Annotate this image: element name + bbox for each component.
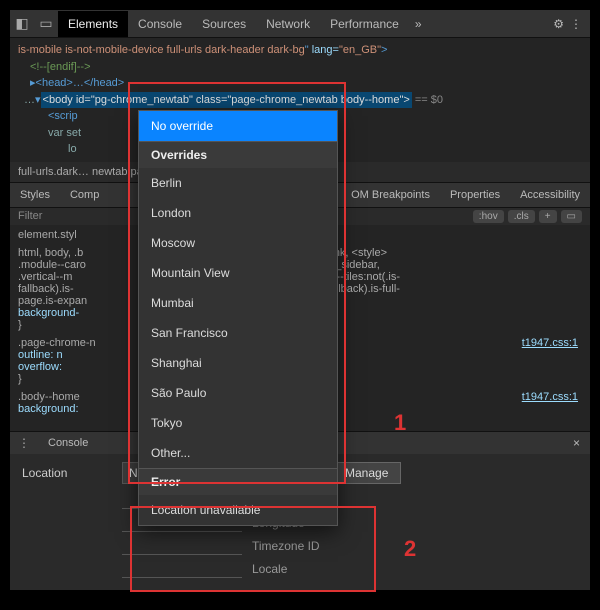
dropdown-item-tokyo[interactable]: Tokyo [139, 408, 337, 438]
dropdown-item-mumbai[interactable]: Mumbai [139, 288, 337, 318]
dropdown-section-overrides: Overrides [139, 141, 337, 168]
cls-toggle[interactable]: .cls [508, 210, 535, 223]
dropdown-item-san-francisco[interactable]: San Francisco [139, 318, 337, 348]
dom-classes: is-mobile is-not-mobile-device full-urls… [18, 44, 305, 56]
inspect-icon[interactable]: ◧ [10, 15, 34, 32]
tab-performance[interactable]: Performance [320, 11, 409, 37]
source-link[interactable]: t1947.css:1 [522, 391, 578, 403]
dropdown-item-berlin[interactable]: Berlin [139, 168, 337, 198]
dropdown-item-moscow[interactable]: Moscow [139, 228, 337, 258]
dropdown-item-mountain-view[interactable]: Mountain View [139, 258, 337, 288]
dom-body-selected[interactable]: <body id="pg-chrome_newtab" class="page-… [41, 92, 412, 109]
drawer-menu-icon[interactable]: ⋮ [10, 436, 38, 450]
tabs-overflow[interactable]: » [409, 11, 428, 37]
subtab-computed[interactable]: Comp [60, 183, 109, 207]
timezone-label: Timezone ID [252, 539, 320, 553]
tab-network[interactable]: Network [256, 11, 320, 37]
kebab-icon[interactable]: ⋮ [570, 17, 582, 31]
subtab-styles[interactable]: Styles [10, 183, 60, 207]
annotation-number-2: 2 [404, 536, 416, 562]
styles-more-icon[interactable]: ▭ [561, 210, 582, 223]
locale-label: Locale [252, 562, 287, 576]
dropdown-item-sao-paulo[interactable]: São Paulo [139, 378, 337, 408]
hov-toggle[interactable]: :hov [473, 210, 504, 223]
dropdown-item-shanghai[interactable]: Shanghai [139, 348, 337, 378]
subtab-dom-breakpoints[interactable]: OM Breakpoints [341, 183, 440, 207]
manage-button[interactable]: Manage [332, 462, 401, 484]
drawer-tab-console[interactable]: Console [38, 432, 98, 454]
gear-icon[interactable]: ⚙ [553, 17, 564, 31]
dom-head[interactable]: <head>…</head> [36, 77, 125, 89]
source-link[interactable]: t1947.css:1 [522, 337, 578, 349]
tab-console[interactable]: Console [128, 11, 192, 37]
locale-input[interactable] [122, 559, 242, 578]
dropdown-item-unavailable[interactable]: Location unavailable [139, 495, 337, 525]
new-rule[interactable]: + [539, 210, 557, 223]
dropdown-no-override[interactable]: No override [139, 111, 337, 141]
dom-comment: <!--[endif]--> [18, 59, 582, 76]
location-label: Location [22, 466, 112, 480]
subtab-properties[interactable]: Properties [440, 183, 510, 207]
dropdown-item-other[interactable]: Other... [139, 438, 337, 468]
drawer-close-icon[interactable]: × [563, 436, 590, 450]
dropdown-item-london[interactable]: London [139, 198, 337, 228]
annotation-number-1: 1 [394, 410, 406, 436]
timezone-input[interactable] [122, 536, 242, 555]
location-dropdown[interactable]: No override Overrides Berlin London Mosc… [138, 110, 338, 526]
subtab-accessibility[interactable]: Accessibility [510, 183, 590, 207]
panel-tabs: Elements Console Sources Network Perform… [58, 11, 553, 37]
tab-elements[interactable]: Elements [58, 11, 128, 37]
device-icon[interactable]: ▭ [34, 15, 58, 32]
tab-sources[interactable]: Sources [192, 11, 256, 37]
dropdown-section-error: Error [139, 468, 337, 495]
